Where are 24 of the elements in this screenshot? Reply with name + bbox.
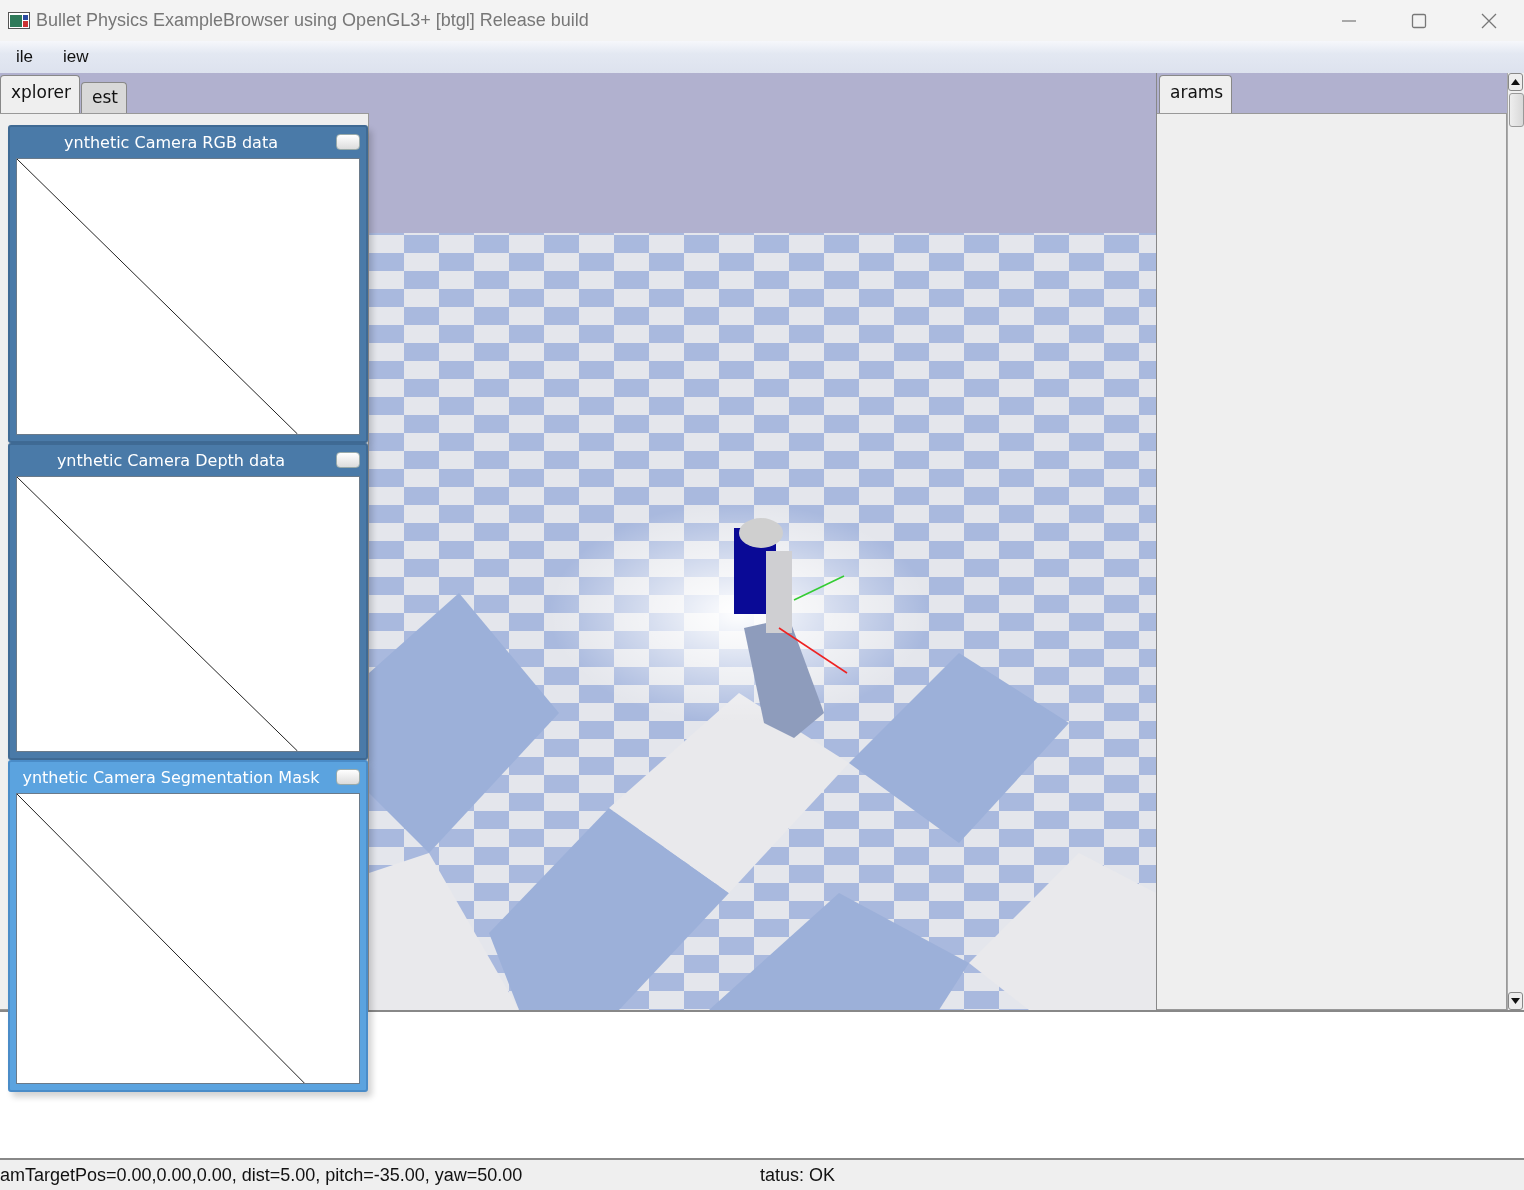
minimize-button[interactable] [336,769,360,785]
scrollbar[interactable] [1507,73,1524,1010]
minimize-icon [1341,19,1357,22]
minimize-button[interactable] [336,452,360,468]
up-arrow-icon [1511,79,1520,85]
menu-item[interactable]: ile [0,47,47,67]
window-title: ynthetic Camera Segmentation Mask [22,768,320,787]
window-title: ynthetic Camera RGB data [64,133,278,152]
window-title: ynthetic Camera Depth data [56,451,286,470]
scroll-thumb[interactable] [1509,93,1524,127]
status-text: tatus: OK [760,1164,836,1186]
scroll-down-button[interactable] [1508,992,1523,1010]
minimize-button[interactable] [336,134,360,150]
camera-info: amTargetPos=0.00,0.00,0.00, dist=5.00, pitch=-35.00, yaw=50.00 [0,1164,524,1186]
maximize-icon [1411,12,1427,29]
scroll-up-button[interactable] [1508,73,1523,91]
tab[interactable]: arams [1158,75,1233,113]
close-icon [1480,11,1498,30]
window-title: Bullet Physics ExampleBrowser using OpenGL3+ [btgl] Release build [36,10,590,31]
tab[interactable]: xplorer [0,75,81,113]
tab[interactable]: est [81,82,128,113]
app-icon [8,12,30,29]
menu-item[interactable]: iew [47,47,103,67]
down-arrow-icon [1511,998,1520,1004]
